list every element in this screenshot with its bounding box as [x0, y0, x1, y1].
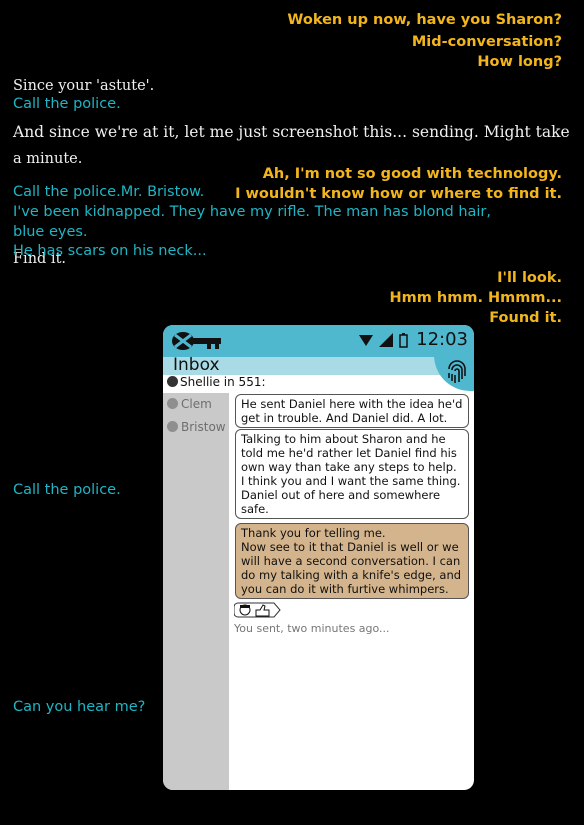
- inbox-title: Inbox: [173, 355, 220, 375]
- narration-line: Call the police.: [13, 96, 121, 112]
- avatar-icon: [167, 398, 178, 409]
- narration-line: blue eyes.: [13, 224, 88, 240]
- narration-line: Call the police.: [13, 482, 121, 498]
- battery-icon: [399, 333, 408, 353]
- narration-line: Woken up now, have you Sharon?: [287, 12, 562, 28]
- fingerprint-button[interactable]: [434, 355, 474, 391]
- signal-icon: [379, 333, 393, 352]
- narration-line: He has scars on his neck...: [13, 243, 207, 259]
- avatar-icon: [167, 421, 178, 432]
- contact-name: Clem: [181, 397, 212, 411]
- message-bubble: He sent Daniel here with the idea he'd g…: [235, 394, 469, 428]
- wifi-icon: [359, 333, 373, 352]
- status-bar: 12:03: [163, 325, 474, 357]
- contact-item[interactable]: Bristow: [167, 420, 226, 434]
- narration-line: Since your 'astute'.: [13, 78, 155, 94]
- message-bubble: Talking to him about Sharon and he told …: [235, 429, 469, 519]
- reaction-bar[interactable]: [233, 602, 286, 623]
- narration-line: Found it.: [489, 310, 562, 326]
- narration-line: Can you hear me?: [13, 699, 146, 715]
- contact-name: Bristow: [181, 420, 226, 434]
- message-bubble-sent: Thank you for telling me. Now see to it …: [235, 523, 469, 599]
- narration-line: Hmm hmm. Hmmm...: [389, 290, 563, 306]
- narration-line: I wouldn't know how or where to find it.: [235, 186, 562, 202]
- narration-line: Call the police.Mr. Bristow.: [13, 184, 205, 200]
- sender-label: Shellie in 551:: [180, 375, 266, 389]
- clock: 12:03: [416, 329, 468, 350]
- narration-line: How long?: [477, 54, 562, 70]
- fingerprint-icon: [444, 359, 470, 390]
- contact-sidebar: [163, 393, 229, 790]
- narration-line: Mid-conversation?: [411, 34, 562, 50]
- contact-item[interactable]: Clem: [167, 397, 212, 411]
- narration-line: a minute.: [13, 151, 83, 167]
- message-status: You sent, two minutes ago...: [234, 622, 390, 635]
- app-logo-icon: [171, 329, 223, 358]
- conversation-sender: Shellie in 551:: [167, 375, 266, 389]
- narration-line: I'll look.: [497, 270, 562, 286]
- avatar-icon: [167, 376, 178, 387]
- narration-line: I've been kidnapped. They have my rifle.…: [13, 204, 492, 220]
- narration-line: And since we're at it, let me just scree…: [13, 123, 570, 141]
- narration-line: Ah, I'm not so good with technology.: [262, 166, 562, 182]
- phone-screen: 12:03 Inbox Shellie in 551: Clem Bristow…: [163, 325, 474, 790]
